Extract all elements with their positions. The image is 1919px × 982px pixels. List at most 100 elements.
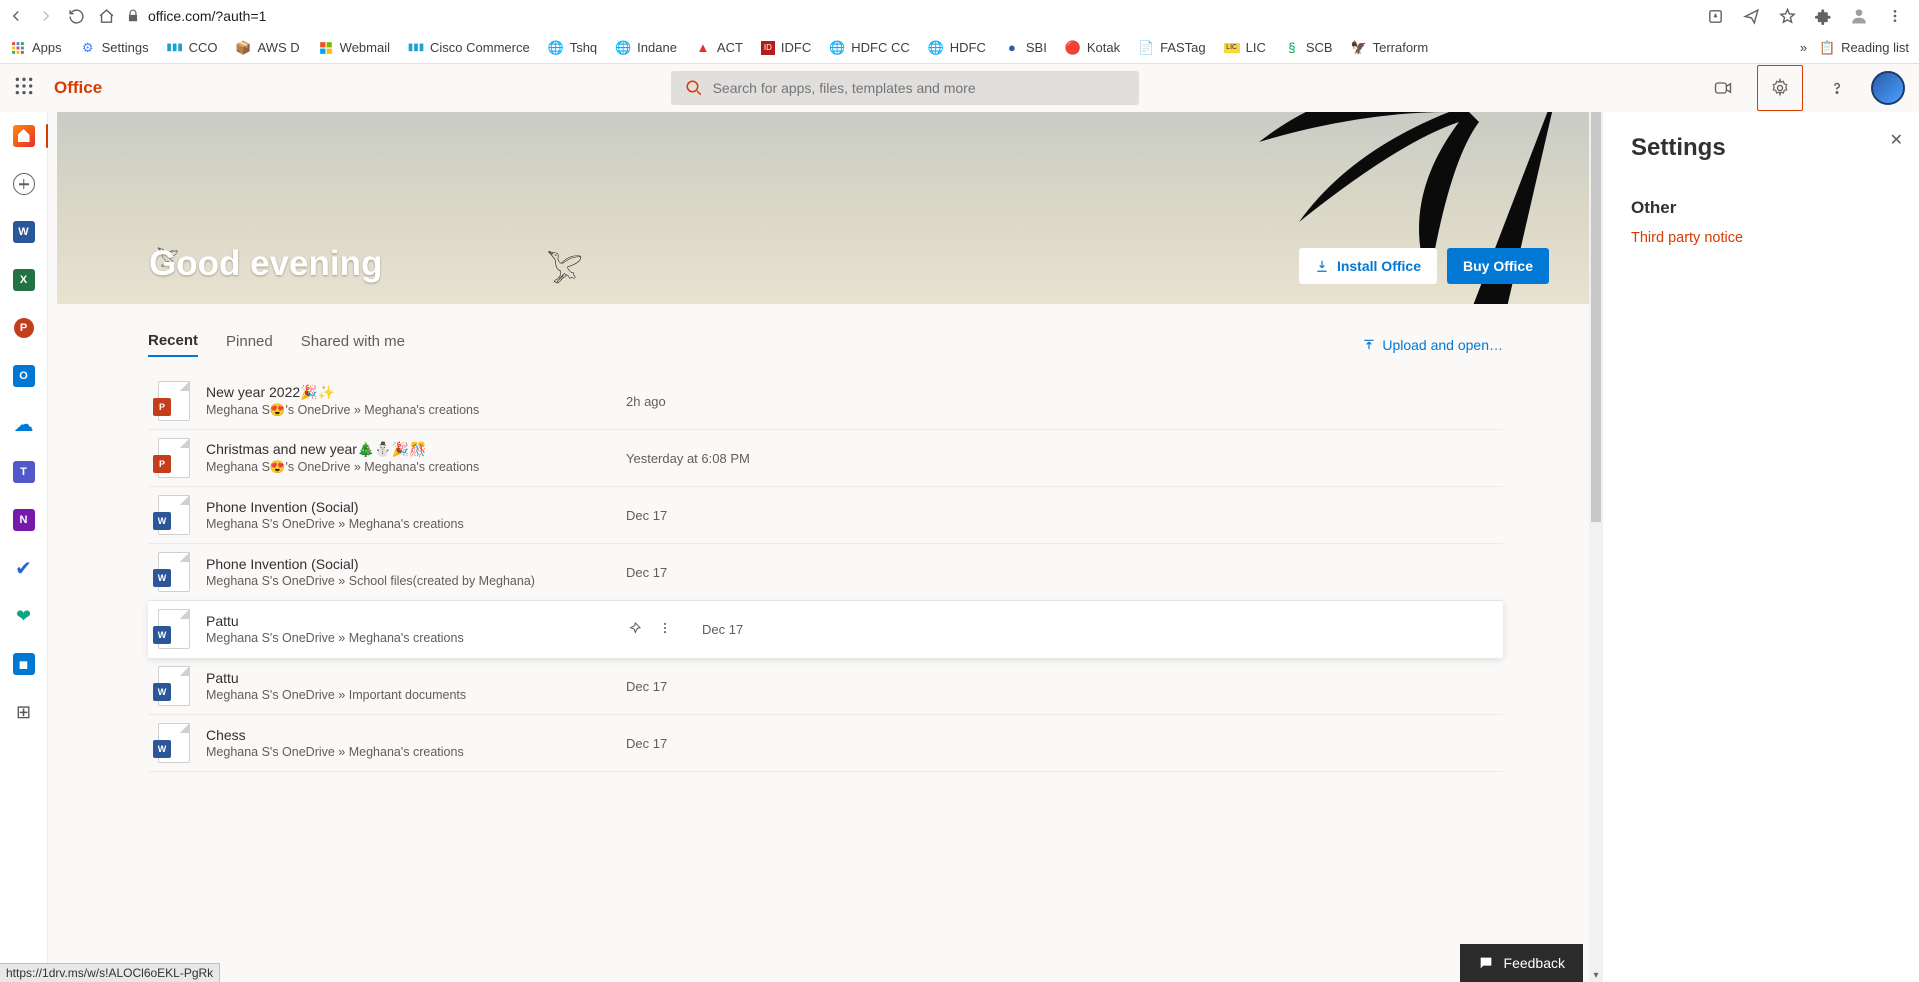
file-path: Meghana S's OneDrive » Meghana's creatio…: [206, 631, 626, 645]
file-type-icon: W: [158, 666, 190, 706]
bookmark-idfc[interactable]: IDIDFC: [761, 40, 811, 55]
extensions-icon[interactable]: [1813, 6, 1833, 26]
rail-onedrive[interactable]: ☁: [10, 410, 38, 438]
bookmark-hdfc-cc[interactable]: 🌐HDFC CC: [829, 40, 910, 56]
pin-icon[interactable]: [626, 621, 642, 637]
app-launcher-icon[interactable]: [14, 76, 38, 100]
tab-shared[interactable]: Shared with me: [301, 333, 405, 356]
bookmark-settings[interactable]: ⚙Settings: [80, 40, 149, 56]
more-icon[interactable]: [658, 621, 672, 637]
file-row[interactable]: WChessMeghana S's OneDrive » Meghana's c…: [148, 715, 1503, 772]
store-icon: ◼: [13, 653, 35, 675]
menu-icon[interactable]: [1885, 6, 1905, 26]
scrollbar-thumb[interactable]: [1591, 112, 1601, 522]
bookmark-act[interactable]: ▲ACT: [695, 40, 743, 56]
file-row[interactable]: WPattuMeghana S's OneDrive » Meghana's c…: [148, 601, 1503, 658]
browser-nav-bar: office.com/?auth=1: [0, 0, 1919, 32]
gear-icon: ⚙: [80, 40, 96, 56]
rail-onenote[interactable]: N: [10, 506, 38, 534]
file-date: 2h ago: [626, 394, 666, 409]
bird-icon: 𓅯: [547, 242, 583, 292]
rail-teams[interactable]: T: [10, 458, 38, 486]
address-bar[interactable]: office.com/?auth=1: [126, 8, 266, 24]
file-list: PNew year 2022🎉✨Meghana S😍's OneDrive » …: [48, 367, 1603, 772]
rail-outlook[interactable]: O: [10, 362, 38, 390]
onenote-icon: N: [13, 509, 35, 531]
heart-icon: ❤: [16, 606, 31, 627]
file-row[interactable]: WPhone Invention (Social)Meghana S's One…: [148, 487, 1503, 544]
act-icon: ▲: [695, 40, 711, 56]
bookmark-scb[interactable]: §SCB: [1284, 40, 1333, 56]
close-settings-button[interactable]: ✕: [1890, 130, 1903, 150]
bookmarks-overflow[interactable]: »: [1800, 40, 1807, 55]
file-row[interactable]: PNew year 2022🎉✨Meghana S😍's OneDrive » …: [148, 373, 1503, 430]
aws-icon: 📦: [236, 40, 252, 56]
bookmark-indane[interactable]: 🌐Indane: [615, 40, 677, 56]
fastag-icon: 📄: [1138, 40, 1154, 56]
help-icon[interactable]: [1821, 72, 1853, 104]
file-row[interactable]: WPattuMeghana S's OneDrive » Important d…: [148, 658, 1503, 715]
upload-link[interactable]: Upload and open…: [1362, 337, 1503, 353]
rail-word[interactable]: W: [10, 218, 38, 246]
tab-recent[interactable]: Recent: [148, 332, 198, 357]
star-icon[interactable]: [1777, 6, 1797, 26]
rail-excel[interactable]: X: [10, 266, 38, 294]
idfc-icon: ID: [761, 41, 775, 55]
outlook-icon: O: [13, 365, 35, 387]
bookmark-webmail[interactable]: Webmail: [318, 40, 390, 56]
globe-icon: 🌐: [829, 40, 845, 56]
file-type-icon: W: [158, 723, 190, 763]
rail-family[interactable]: ❤: [10, 602, 38, 630]
file-path: Meghana S's OneDrive » Meghana's creatio…: [206, 745, 626, 759]
forward-icon[interactable]: [36, 6, 56, 26]
bookmark-cco[interactable]: ▮▮▮CCO: [167, 40, 218, 56]
search-box[interactable]: [671, 71, 1139, 105]
back-icon[interactable]: [6, 6, 26, 26]
bookmark-lic[interactable]: LICLIC: [1224, 40, 1266, 55]
install-office-button[interactable]: Install Office: [1299, 248, 1437, 284]
file-tabs: Recent Pinned Shared with me Upload and …: [48, 304, 1603, 367]
url-text: office.com/?auth=1: [148, 8, 266, 24]
cisco-icon: ▮▮▮: [408, 40, 424, 56]
rail-home[interactable]: [10, 122, 38, 150]
bookmark-aws[interactable]: 📦AWS D: [236, 40, 300, 56]
reading-list-icon: 📋: [1819, 40, 1835, 56]
account-avatar[interactable]: [1871, 71, 1905, 105]
rail-store[interactable]: ◼: [10, 650, 38, 678]
rail-todo[interactable]: ✔: [10, 554, 38, 582]
office-header: Office: [0, 64, 1919, 112]
bookmark-kotak[interactable]: 🔴Kotak: [1065, 40, 1120, 56]
kotak-icon: 🔴: [1065, 40, 1081, 56]
search-input[interactable]: [713, 80, 1125, 96]
home-icon[interactable]: [96, 6, 116, 26]
file-row[interactable]: PChristmas and new year🎄⛄🎉🎊Meghana S😍's …: [148, 430, 1503, 487]
tab-pinned[interactable]: Pinned: [226, 333, 273, 356]
bookmark-sbi[interactable]: ●SBI: [1004, 40, 1047, 56]
lic-icon: LIC: [1224, 43, 1240, 53]
meet-now-icon[interactable]: [1707, 72, 1739, 104]
bookmark-cisco-commerce[interactable]: ▮▮▮Cisco Commerce: [408, 40, 530, 56]
terraform-icon: 🦅: [1351, 40, 1367, 56]
send-icon[interactable]: [1741, 6, 1761, 26]
rail-powerpoint[interactable]: P: [10, 314, 38, 342]
bookmark-fastag[interactable]: 📄FASTag: [1138, 40, 1206, 56]
feedback-button[interactable]: Feedback: [1460, 944, 1583, 982]
scb-icon: §: [1284, 40, 1300, 56]
install-app-icon[interactable]: [1705, 6, 1725, 26]
reading-list-button[interactable]: 📋Reading list: [1819, 40, 1909, 56]
bookmark-terraform[interactable]: 🦅Terraform: [1351, 40, 1429, 56]
bookmark-hdfc[interactable]: 🌐HDFC: [928, 40, 986, 56]
third-party-notice-link[interactable]: Third party notice: [1631, 230, 1891, 246]
reload-icon[interactable]: [66, 6, 86, 26]
bookmark-tshq[interactable]: 🌐Tshq: [548, 40, 597, 56]
rail-all-apps[interactable]: ⊞: [10, 698, 38, 726]
buy-office-button[interactable]: Buy Office: [1447, 248, 1549, 284]
bookmark-apps[interactable]: Apps: [10, 40, 62, 56]
rail-create[interactable]: [10, 170, 38, 198]
settings-button[interactable]: [1757, 65, 1803, 111]
scrollbar[interactable]: ▾: [1589, 112, 1603, 982]
profile-icon[interactable]: [1849, 6, 1869, 26]
scroll-down-arrow[interactable]: ▾: [1589, 968, 1603, 982]
file-row[interactable]: WPhone Invention (Social)Meghana S's One…: [148, 544, 1503, 601]
brand-label[interactable]: Office: [54, 78, 102, 98]
